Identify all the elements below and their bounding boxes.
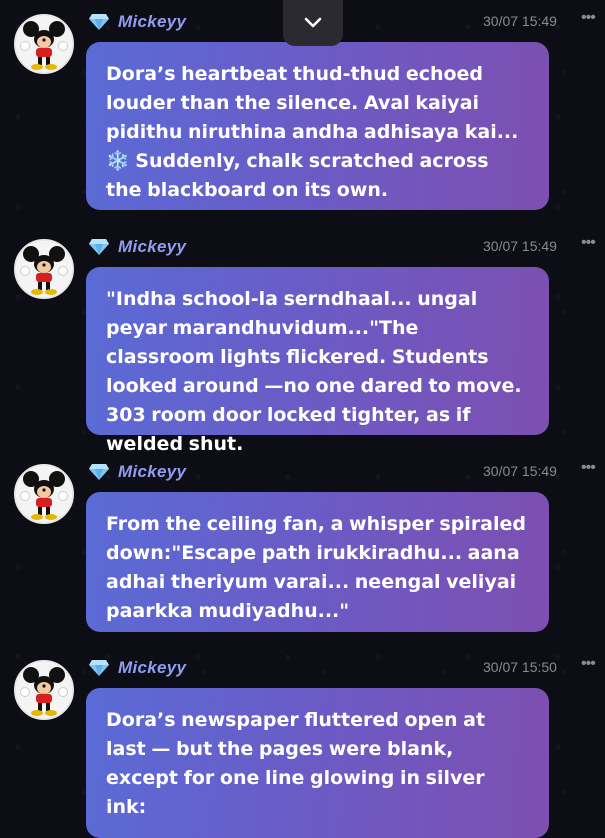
diamond-icon [89, 239, 109, 255]
collapse-button[interactable] [283, 0, 343, 46]
avatar[interactable] [14, 660, 74, 720]
message-timestamp: 30/07 15:49 [483, 463, 557, 479]
sender-name[interactable]: Mickeyy [118, 237, 186, 257]
mickey-mouse-avatar-icon [16, 241, 72, 297]
avatar[interactable] [14, 464, 74, 524]
sender-name[interactable]: Mickeyy [118, 658, 186, 678]
mickey-mouse-avatar-icon [16, 662, 72, 718]
message-header: Mickeyy 30/07 15:49 ••• [88, 8, 605, 38]
message-header: Mickeyy 30/07 15:50 ••• [88, 654, 605, 684]
avatar[interactable] [14, 14, 74, 74]
diamond-icon [89, 464, 109, 480]
chevron-down-icon [304, 17, 322, 28]
sender-name[interactable]: Mickeyy [118, 462, 186, 482]
message-bubble[interactable]: From the ceiling fan, a whisper spiraled… [86, 492, 549, 632]
more-options-icon[interactable]: ••• [581, 234, 596, 252]
message-header: Mickeyy 30/07 15:49 ••• [88, 458, 605, 488]
diamond-icon [89, 14, 109, 30]
sender-name[interactable]: Mickeyy [118, 12, 186, 32]
more-options-icon[interactable]: ••• [581, 9, 596, 27]
message-header: Mickeyy 30/07 15:49 ••• [88, 233, 605, 263]
mickey-mouse-avatar-icon [16, 466, 72, 522]
message-timestamp: 30/07 15:49 [483, 13, 557, 29]
message-bubble[interactable]: "Indha school-la serndhaal... ungal peya… [86, 267, 549, 455]
mickey-mouse-avatar-icon [16, 16, 72, 72]
message-timestamp: 30/07 15:49 [483, 238, 557, 254]
more-options-icon[interactable]: ••• [581, 655, 596, 673]
message-bubble[interactable]: Dora’s heartbeat thud-thud echoed louder… [86, 42, 549, 210]
diamond-icon [89, 660, 109, 676]
more-options-icon[interactable]: ••• [581, 459, 596, 477]
message-bubble[interactable]: Dora’s newspaper fluttered open at last … [86, 688, 549, 838]
message-timestamp: 30/07 15:50 [483, 659, 557, 675]
avatar[interactable] [14, 239, 74, 299]
